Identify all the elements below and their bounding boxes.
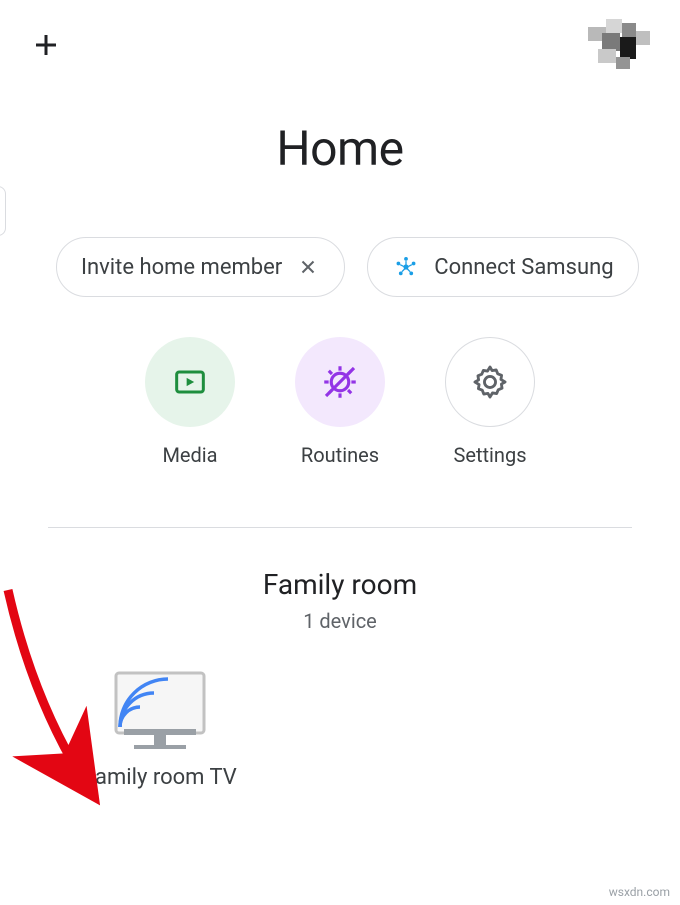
shortcut-label: Routines [301,443,379,467]
shortcut-label: Media [162,443,217,467]
settings-shortcut[interactable]: Settings [445,337,535,467]
media-icon [170,362,210,402]
device-label: Family room TV [83,765,237,790]
settings-circle [445,337,535,427]
family-room-tv-device[interactable]: Family room TV [60,669,260,790]
side-indicator [0,186,6,236]
cast-tv-icon [110,669,210,751]
dismiss-chip-button[interactable] [296,255,320,279]
gear-icon [471,363,509,401]
add-button[interactable] [28,27,64,63]
divider [48,527,632,528]
routines-icon [319,361,361,403]
shortcut-label: Settings [453,443,526,467]
invite-home-member-chip[interactable]: Invite home member [56,237,345,297]
page-title: Home [0,120,680,177]
shortcuts-row: Media Routines Settings [0,337,680,467]
plus-icon [31,30,61,60]
chip-label: Invite home member [81,255,282,280]
chip-label: Connect Samsung [434,255,613,280]
smartthings-icon [392,253,420,281]
routines-shortcut[interactable]: Routines [295,337,385,467]
room-title: Family room [0,568,680,601]
connect-samsung-chip[interactable]: Connect Samsung [367,237,638,297]
close-icon [297,256,319,278]
room-device-count: 1 device [0,609,680,633]
media-shortcut[interactable]: Media [145,337,235,467]
account-avatar[interactable] [588,19,652,71]
suggestion-chips: Invite home member Connect Samsung [0,237,680,297]
routines-circle [295,337,385,427]
watermark: wsxdn.com [609,885,670,899]
media-circle [145,337,235,427]
